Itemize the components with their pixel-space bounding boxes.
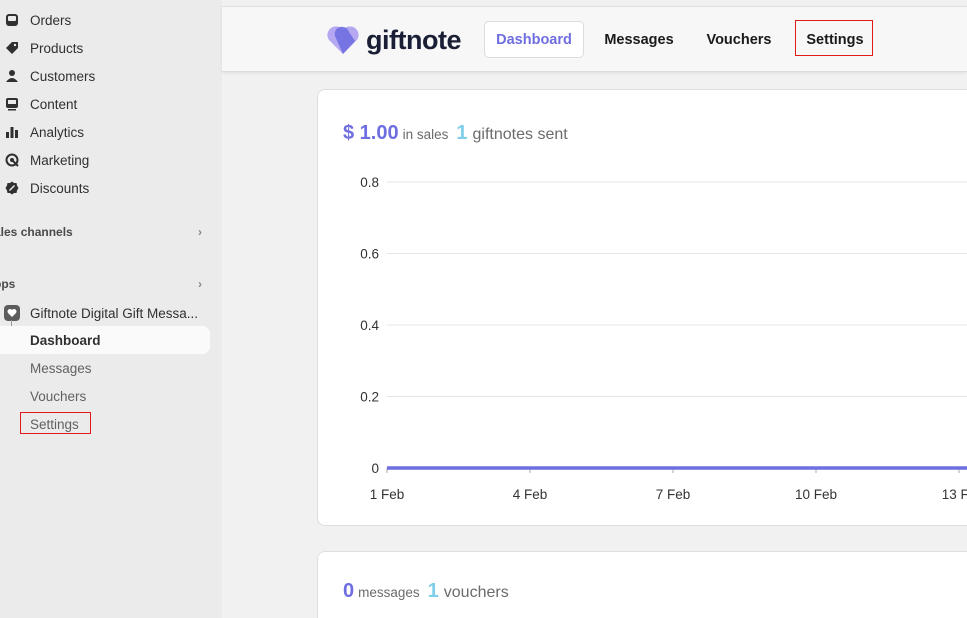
- x-tick-label: 7 Feb: [656, 487, 691, 502]
- discount-icon: [4, 180, 20, 196]
- tag-icon: [4, 40, 20, 56]
- content-icon: [4, 96, 20, 112]
- settings-highlight-box: [20, 412, 91, 434]
- x-tick-label: 10 Feb: [795, 487, 837, 502]
- y-tick-label: 0: [371, 461, 379, 476]
- x-tick-label: 1 Feb: [370, 487, 405, 502]
- sales-channels-section[interactable]: ales channels ›: [0, 220, 210, 244]
- sales-line-chart: 0 0.2 0.4 0.6 0.8 1 Feb 4 Feb 7 Feb 10 Feb 13 Fe: [360, 175, 967, 502]
- admin-sidebar: Orders Products Customers Content Analyt…: [0, 0, 222, 618]
- giftnote-app-icon: [4, 305, 20, 321]
- sidebar-subitem-vouchers[interactable]: Vouchers: [0, 382, 210, 410]
- chevron-right-icon: ›: [198, 277, 202, 291]
- bar-chart-icon: [4, 124, 20, 140]
- tab-dashboard[interactable]: Dashboard: [484, 21, 584, 58]
- y-tick-label: 0.4: [360, 318, 379, 333]
- x-tick-label: 13 Fe: [942, 487, 967, 502]
- y-tick-label: 0.6: [360, 247, 379, 262]
- vouchers-count: 1: [427, 580, 439, 602]
- messages-summary: 0 messages 1 vouchers: [343, 580, 509, 602]
- person-icon: [4, 68, 20, 84]
- app-main: giftnote Dashboard Messages Vouchers Set…: [222, 0, 967, 618]
- apps-section[interactable]: pps ›: [0, 272, 210, 296]
- tab-vouchers[interactable]: Vouchers: [694, 21, 784, 58]
- messages-count: 0: [343, 580, 355, 602]
- orders-icon: [4, 12, 20, 28]
- sidebar-subitem-dashboard[interactable]: Dashboard: [0, 326, 210, 354]
- messages-card: 0 messages 1 vouchers: [317, 551, 967, 618]
- tab-messages[interactable]: Messages: [590, 21, 688, 58]
- y-tick-label: 0.2: [360, 390, 379, 405]
- target-icon: [4, 152, 20, 168]
- giftnote-logo[interactable]: giftnote: [326, 23, 461, 57]
- sidebar-subitem-messages[interactable]: Messages: [0, 354, 210, 382]
- sales-card: $ 1.00 in sales 1 giftnotes sent 0 0.2 0.4…: [317, 89, 967, 526]
- settings-tab-highlight-box: [795, 20, 873, 56]
- x-tick-label: 4 Feb: [513, 487, 548, 502]
- sidebar-app-giftnote[interactable]: Giftnote Digital Gift Messa...: [0, 300, 215, 326]
- heart-logo-icon: [327, 26, 359, 54]
- y-tick-label: 0.8: [360, 175, 379, 190]
- chevron-right-icon: ›: [198, 225, 202, 239]
